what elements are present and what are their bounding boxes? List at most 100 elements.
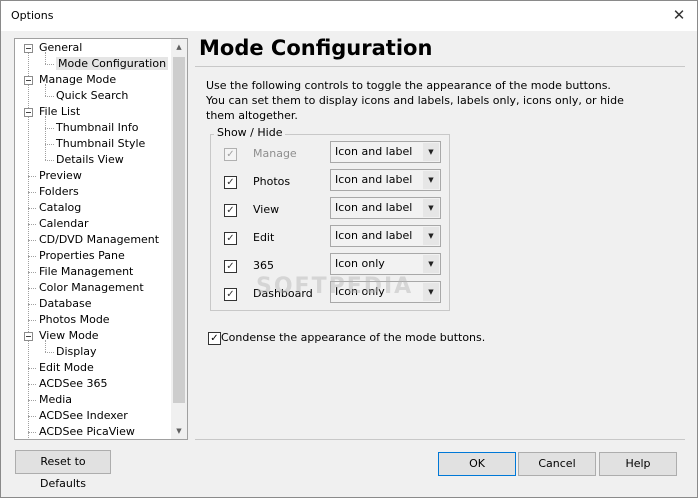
chevron-down-icon[interactable]: ▼ [423, 199, 439, 217]
tree-connector [28, 304, 36, 305]
tree-item[interactable]: File Management [39, 264, 133, 280]
tree-item-label: Manage Mode [39, 73, 117, 86]
ok-button[interactable]: OK [438, 452, 516, 476]
tree-item[interactable]: Properties Pane [39, 248, 125, 264]
condense-checkbox[interactable]: ✓ [208, 332, 221, 345]
chevron-down-icon[interactable]: ▼ [423, 283, 439, 301]
tree-item[interactable]: Thumbnail Info [56, 120, 139, 136]
tree-connector [45, 116, 46, 160]
help-button[interactable]: Help [599, 452, 677, 476]
show-checkbox[interactable]: ✓ [224, 176, 237, 189]
footer-divider [195, 439, 685, 440]
scroll-thumb[interactable] [173, 57, 185, 403]
tree-connector [45, 144, 54, 145]
tree-connector [28, 368, 36, 369]
tree-item[interactable]: Details View [56, 152, 124, 168]
tree-item[interactable]: View Mode [39, 328, 99, 344]
tree-item[interactable]: ACDSee Indexer [39, 408, 128, 424]
tree-item-label: View Mode [39, 329, 99, 342]
tree-item-label: Display [56, 345, 97, 358]
tree-item[interactable]: Preview [39, 168, 82, 184]
tree-connector [28, 384, 36, 385]
show-checkbox[interactable]: ✓ [224, 260, 237, 273]
select-value: Icon and label [335, 229, 413, 242]
tree-connector [28, 240, 36, 241]
close-icon[interactable]: ✕ [671, 6, 687, 24]
mode-label: Edit [253, 231, 275, 244]
display-mode-select[interactable]: Icon and label ▼ [330, 197, 441, 219]
tree-connector [28, 400, 36, 401]
tree-item[interactable]: Color Management [39, 280, 144, 296]
condense-label[interactable]: Condense the appearance of the mode butt… [221, 331, 485, 344]
tree-item[interactable]: Catalog [39, 200, 81, 216]
collapse-icon[interactable] [24, 108, 33, 117]
tree-item-label: ACDSee PicaView [39, 425, 135, 438]
tree-item-label: File List [39, 105, 81, 118]
display-mode-select[interactable]: Icon and label ▼ [330, 141, 441, 163]
show-checkbox[interactable]: ✓ [224, 288, 237, 301]
check-icon: ✓ [226, 261, 235, 272]
tree-connector [28, 256, 36, 257]
tree-item-label: Properties Pane [39, 249, 125, 262]
tree-item-label: Media [39, 393, 73, 406]
check-icon: ✓ [226, 149, 235, 160]
tree-item[interactable]: Media [39, 392, 72, 408]
display-mode-select[interactable]: Icon and label ▼ [330, 225, 441, 247]
tree-connector [28, 208, 36, 209]
collapse-icon[interactable] [24, 332, 33, 341]
mode-label: Photos [253, 175, 291, 188]
options-tree[interactable]: ▲ ▼ General Mode Configuration Manage Mode… [14, 38, 188, 440]
chevron-down-icon[interactable]: ▼ [423, 143, 439, 161]
show-checkbox[interactable]: ✓ [224, 232, 237, 245]
tree-connector [45, 352, 54, 353]
scroll-up-icon[interactable]: ▲ [171, 39, 187, 55]
tree-scrollbar[interactable]: ▲ ▼ [171, 39, 187, 439]
select-value: Icon and label [335, 201, 413, 214]
check-icon: ✓ [226, 177, 235, 188]
tree-item[interactable]: Folders [39, 184, 79, 200]
tree-item[interactable]: CD/DVD Management [39, 232, 159, 248]
mode-label: View [253, 203, 280, 216]
tree-item[interactable]: ACDSee 365 [39, 376, 108, 392]
check-icon: ✓ [226, 205, 235, 216]
tree-item[interactable]: Calendar [39, 216, 88, 232]
chevron-down-icon[interactable]: ▼ [423, 171, 439, 189]
tree-item[interactable]: Edit Mode [39, 360, 94, 376]
tree-item[interactable]: File List [39, 104, 80, 120]
tree-connector [28, 48, 29, 439]
tree-item[interactable]: Mode Configuration [56, 56, 169, 72]
tree-connector [28, 176, 36, 177]
select-value: Icon and label [335, 145, 413, 158]
tree-item-label: Photos Mode [39, 313, 110, 326]
tree-item[interactable]: Manage Mode [39, 72, 116, 88]
tree-connector [28, 416, 36, 417]
tree-item[interactable]: Thumbnail Style [56, 136, 145, 152]
tree-item-label: CD/DVD Management [39, 233, 160, 246]
tree-item-label: Mode Configuration [56, 57, 169, 70]
tree-item[interactable]: General [39, 40, 82, 56]
tree-item[interactable]: Display [56, 344, 97, 360]
mode-label: Manage [253, 147, 297, 160]
cancel-button[interactable]: Cancel [518, 452, 596, 476]
collapse-icon[interactable] [24, 76, 33, 85]
window-title: Options [11, 9, 54, 22]
collapse-icon[interactable] [24, 44, 33, 53]
reset-defaults-button[interactable]: Reset to Defaults [15, 450, 111, 490]
tree-item[interactable]: Database [39, 296, 92, 312]
tree-item-label: General [39, 41, 83, 54]
tree-item[interactable]: Photos Mode [39, 312, 110, 328]
heading-divider [195, 66, 685, 67]
tree-item[interactable]: ACDSee PicaView [39, 424, 135, 439]
page-description: Use the following controls to toggle the… [206, 79, 624, 122]
chevron-down-icon[interactable]: ▼ [423, 227, 439, 245]
select-value: Icon and label [335, 173, 413, 186]
show-checkbox: ✓ [224, 148, 237, 161]
chevron-down-icon[interactable]: ▼ [423, 255, 439, 273]
check-icon: ✓ [210, 333, 219, 344]
tree-item[interactable]: Quick Search [56, 88, 128, 104]
scroll-down-icon[interactable]: ▼ [171, 423, 187, 439]
tree-item-label: ACDSee Indexer [39, 409, 128, 422]
display-mode-select[interactable]: Icon and label ▼ [330, 169, 441, 191]
display-mode-select[interactable]: Icon only ▼ [330, 253, 441, 275]
show-checkbox[interactable]: ✓ [224, 204, 237, 217]
